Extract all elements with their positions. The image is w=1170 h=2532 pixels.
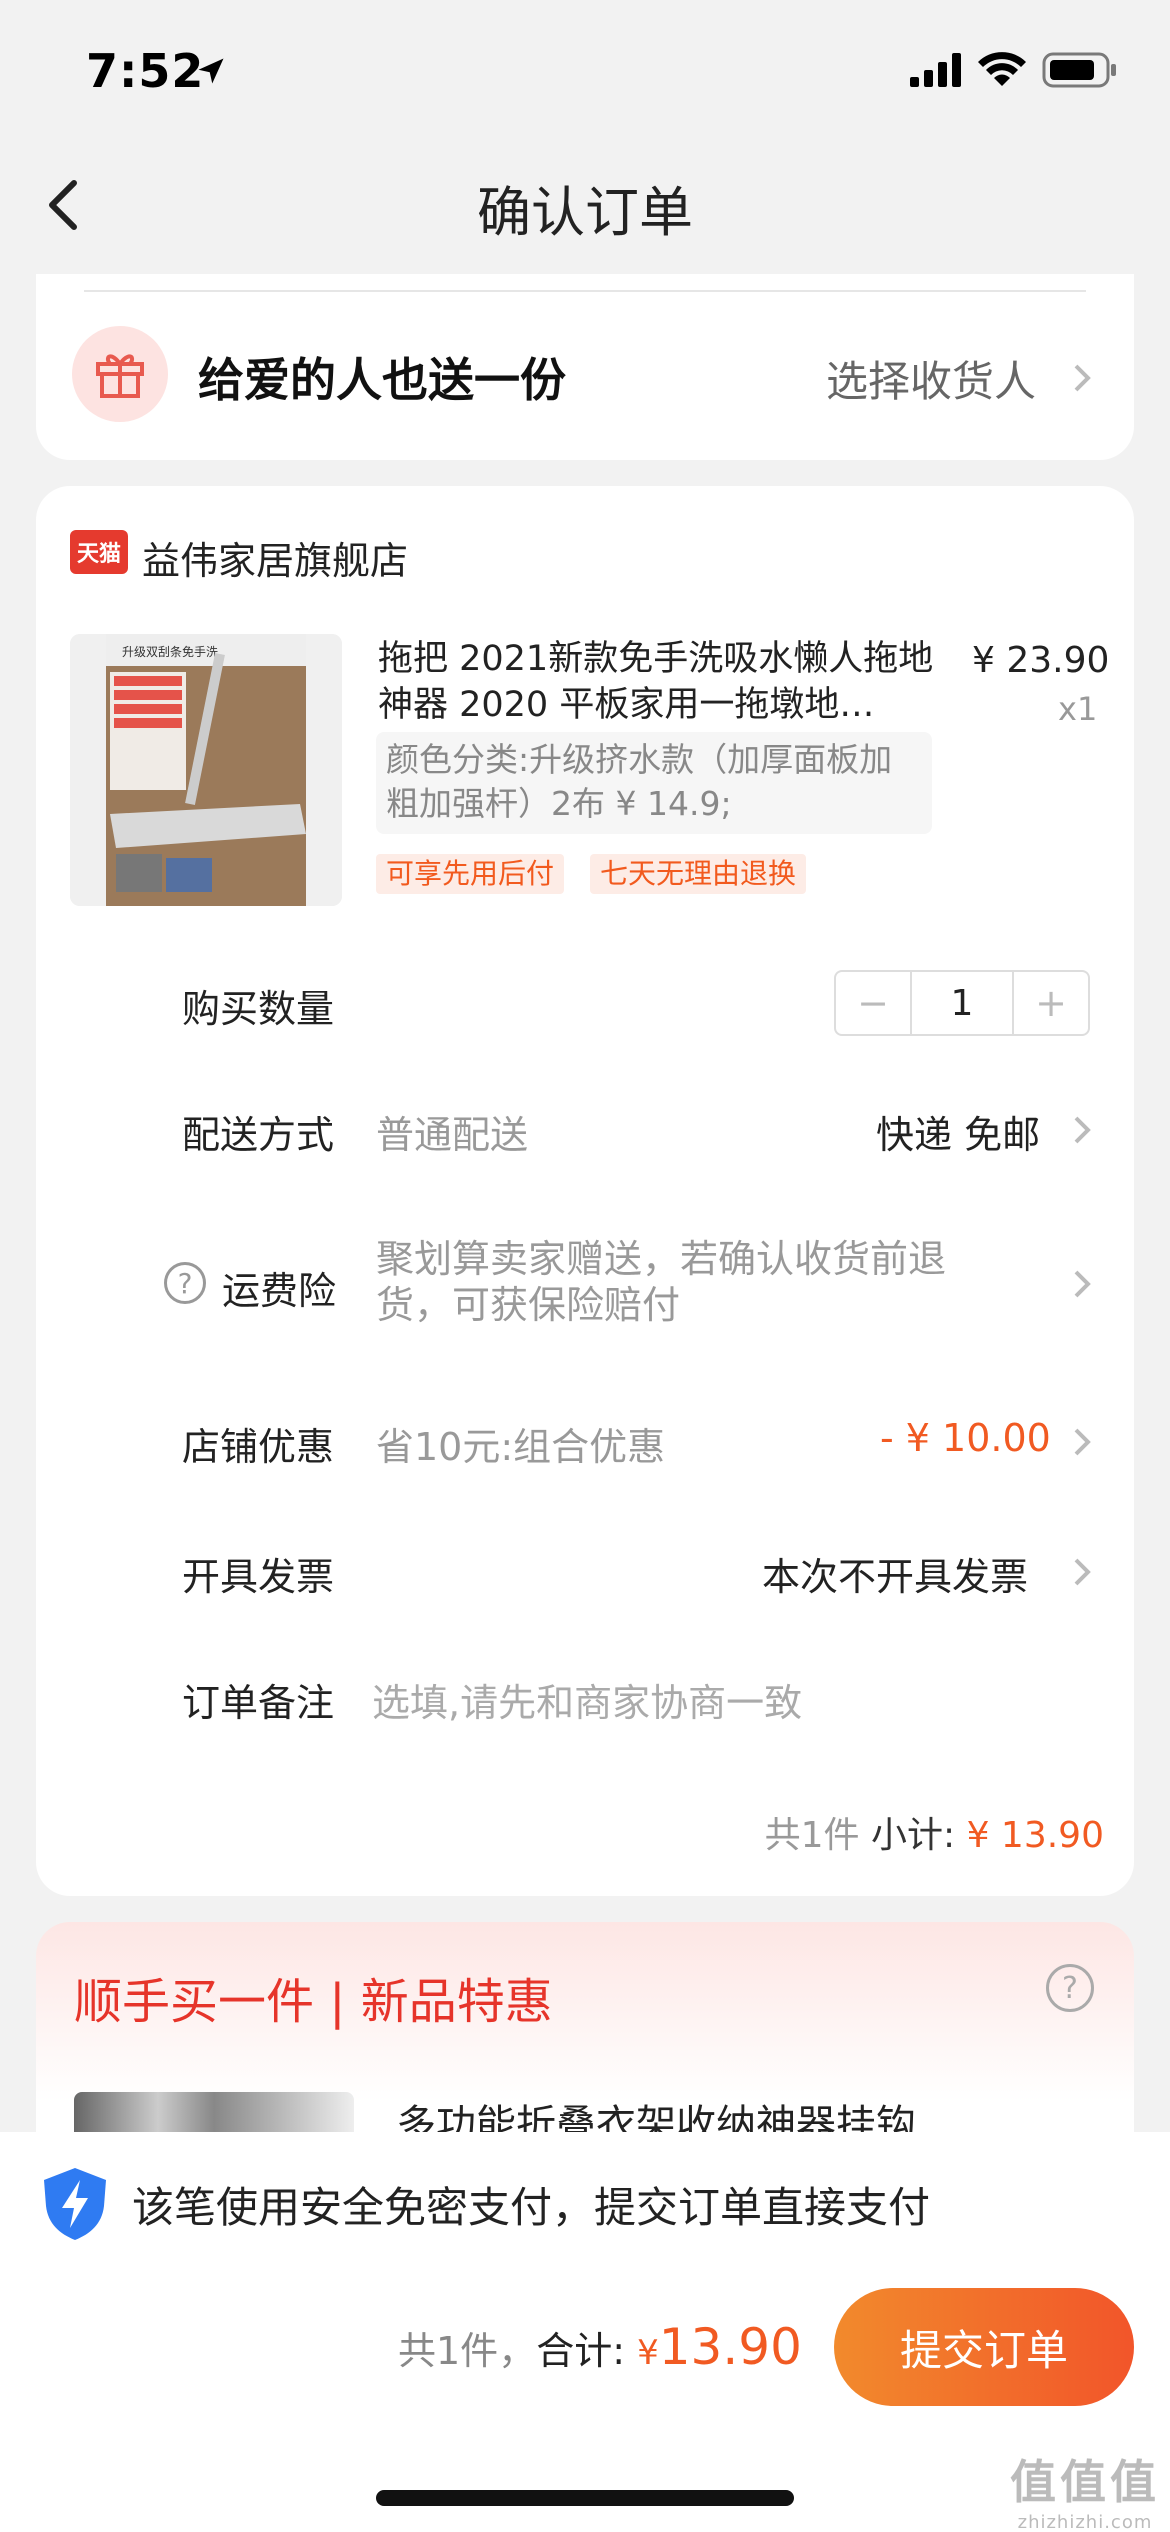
store-name[interactable]: 益伟家居旗舰店 [142, 530, 408, 585]
page-title: 确认订单 [477, 181, 693, 244]
product-image-caption: 升级双刮条免手洗 [122, 644, 218, 659]
watermark: 值值值 zhizhizhi.com [1010, 2446, 1160, 2532]
subtotal-label: 小计: [870, 1815, 956, 1856]
quantity-value[interactable]: 1 [910, 972, 1014, 1034]
home-indicator[interactable] [376, 2490, 794, 2506]
help-icon[interactable]: ? [164, 1262, 206, 1304]
product-price: ¥ 23.90 [972, 640, 1110, 681]
chevron-right-icon[interactable] [1068, 1422, 1096, 1462]
status-time: 7:52 [86, 44, 205, 98]
watermark-logo: 值值值 [1010, 2455, 1160, 2509]
product-title[interactable]: 拖把 2021新款免手洗吸水懒人拖地神器 2020 平板家用一拖墩地… [378, 636, 938, 728]
submit-order-button[interactable]: 提交订单 [834, 2288, 1134, 2406]
invoice-value[interactable]: 本次不开具发票 [762, 1546, 1028, 1601]
product-image[interactable]: 升级双刮条免手洗 [70, 634, 342, 906]
chevron-right-icon[interactable] [1068, 1110, 1096, 1150]
status-indicators [910, 52, 1118, 88]
promo-title: 顺手买一件 | 新品特惠 [74, 1974, 553, 2030]
shield-lightning-icon [44, 2168, 106, 2240]
subtotal: 共1件 小计: ¥ 13.90 [765, 1806, 1104, 1858]
total-amount: 13.90 [658, 2318, 802, 2376]
subtotal-amount: ¥ 13.90 [966, 1815, 1104, 1856]
cellular-signal-icon [910, 53, 961, 87]
divider [84, 290, 1086, 292]
total-label: 合计: [536, 2329, 625, 2373]
location-arrow-icon [198, 58, 224, 84]
total-count: 共1件， [398, 2329, 537, 2373]
secure-payment-notice: 该笔使用安全免密支付，提交订单直接支付 [132, 2183, 931, 2232]
coupon-description: 省10元:组合优惠 [376, 1425, 666, 1469]
quantity-minus-button[interactable]: − [836, 972, 910, 1034]
chevron-right-icon [1074, 364, 1091, 392]
product-quantity: x1 [1058, 690, 1098, 728]
wifi-icon [978, 52, 1026, 86]
tag-pay-later: 可享先用后付 [376, 854, 565, 894]
quantity-stepper[interactable]: − 1 + [834, 970, 1090, 1036]
watermark-url: zhizhizhi.com [1017, 2512, 1153, 2532]
delivery-method: 普通配送 [376, 1113, 529, 1157]
gift-icon [72, 326, 168, 422]
coupon-amount[interactable]: - ¥ 10.00 [880, 1416, 1051, 1460]
tmall-badge: 天猫 [70, 530, 128, 574]
tag-free-return: 七天无理由退换 [590, 854, 807, 894]
quantity-plus-button[interactable]: + [1014, 972, 1088, 1034]
quantity-label: 购买数量 [182, 987, 335, 1031]
delivery-value[interactable]: 快递 免邮 [876, 1104, 1040, 1159]
note-input[interactable]: 选填,请先和商家协商一致 [372, 1672, 802, 1727]
subtotal-count: 共1件 [764, 1815, 860, 1856]
gift-title: 给爱的人也送一份 [198, 353, 566, 407]
invoice-label: 开具发票 [182, 1555, 335, 1599]
chevron-right-icon[interactable] [1068, 1552, 1096, 1592]
delivery-label: 配送方式 [182, 1113, 335, 1157]
choose-recipient-link[interactable]: 选择收货人 [826, 348, 1036, 409]
note-label: 订单备注 [182, 1681, 335, 1725]
battery-icon [1042, 52, 1116, 88]
insurance-description: 聚划算卖家赠送，若确认收货前退货，可获保险赔付 [376, 1237, 947, 1327]
insurance-label: 运费险 [222, 1269, 337, 1313]
total-currency: ¥ [637, 2333, 659, 2373]
chevron-right-icon[interactable] [1068, 1264, 1096, 1304]
help-icon[interactable]: ? [1046, 1964, 1094, 2012]
product-spec[interactable]: 颜色分类:升级挤水款（加厚面板加粗加强杆）2布 ¥ 14.9; [376, 732, 932, 834]
coupon-label: 店铺优惠 [182, 1425, 335, 1469]
order-total: 共1件，合计: ¥13.90 [398, 2318, 802, 2376]
